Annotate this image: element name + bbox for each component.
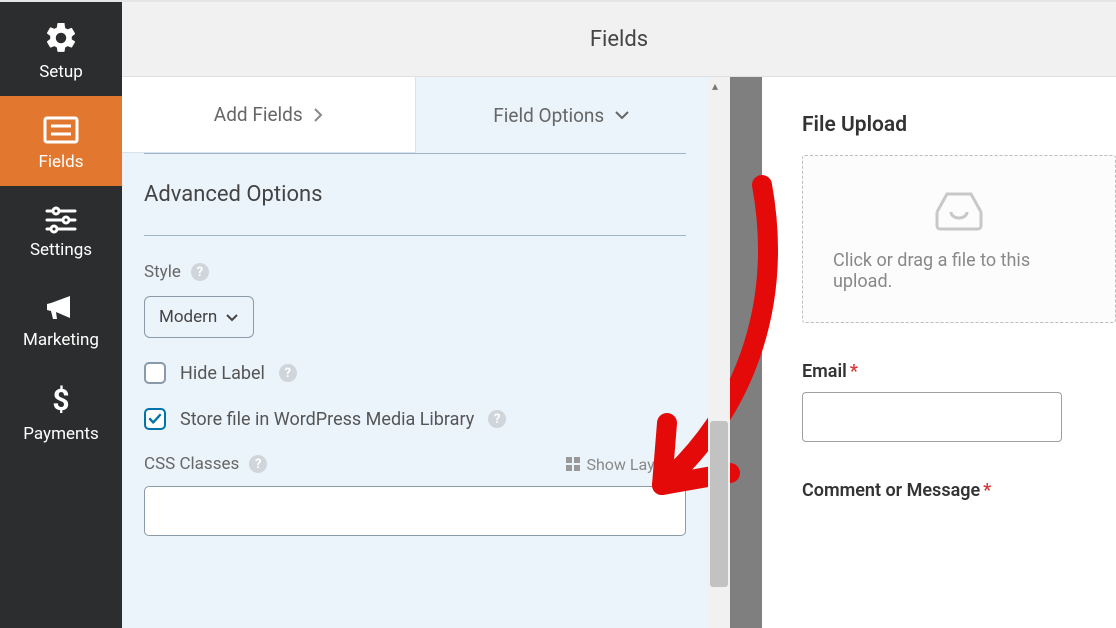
css-label: CSS Classes bbox=[144, 454, 239, 474]
list-icon bbox=[41, 114, 81, 146]
sidebar-item-settings[interactable]: Settings bbox=[0, 186, 122, 274]
file-dropzone[interactable]: Click or drag a file to this upload. bbox=[802, 155, 1116, 323]
dollar-icon: $ bbox=[50, 382, 72, 418]
tab-field-options[interactable]: Field Options bbox=[416, 77, 709, 153]
file-upload-title: File Upload bbox=[802, 113, 1116, 137]
builder-sidebar: Setup Fields Settings Marketing $ Paymen… bbox=[0, 2, 122, 628]
css-classes-input[interactable] bbox=[144, 486, 686, 536]
style-field: Style ? Modern bbox=[144, 262, 686, 338]
show-layouts-label: Show Layouts bbox=[586, 455, 686, 474]
required-asterisk: * bbox=[983, 480, 991, 501]
store-media-checkbox[interactable] bbox=[144, 408, 166, 430]
form-preview: File Upload Click or drag a file to this… bbox=[762, 77, 1116, 628]
help-icon[interactable]: ? bbox=[488, 410, 506, 428]
content-row: Add Fields Field Options Advanced Option… bbox=[122, 77, 1116, 628]
sidebar-item-fields[interactable]: Fields bbox=[0, 96, 122, 186]
sidebar-label: Settings bbox=[30, 240, 92, 260]
sidebar-label: Payments bbox=[23, 424, 98, 444]
panel-scrollbar[interactable] bbox=[708, 77, 730, 628]
hide-label-row: Hide Label ? bbox=[144, 362, 686, 384]
hide-label-text: Hide Label bbox=[180, 363, 265, 384]
sidebar-item-payments[interactable]: $ Payments bbox=[0, 364, 122, 458]
topbar-title: Fields bbox=[590, 27, 648, 52]
chevron-down-icon bbox=[614, 110, 630, 120]
sidebar-label: Setup bbox=[39, 62, 83, 82]
sliders-icon bbox=[44, 204, 78, 234]
panel-tabs: Add Fields Field Options bbox=[122, 77, 708, 153]
help-icon[interactable]: ? bbox=[279, 364, 297, 382]
comment-label: Comment or Message* bbox=[802, 480, 1116, 501]
left-column: Add Fields Field Options Advanced Option… bbox=[122, 77, 762, 628]
inbox-icon bbox=[931, 186, 987, 232]
drop-text: Click or drag a file to this upload. bbox=[833, 250, 1085, 292]
style-value: Modern bbox=[159, 307, 217, 327]
help-icon[interactable]: ? bbox=[249, 455, 267, 473]
tab-label: Add Fields bbox=[214, 103, 303, 126]
panel-body: Advanced Options Style ? Modern bbox=[122, 153, 708, 558]
css-label-row: CSS Classes ? bbox=[144, 454, 267, 474]
required-asterisk: * bbox=[850, 361, 858, 382]
main-area: Fields Add Fields Field Options bbox=[122, 2, 1116, 628]
style-select[interactable]: Modern bbox=[144, 296, 254, 338]
options-panel: Add Fields Field Options Advanced Option… bbox=[122, 77, 708, 628]
sidebar-label: Fields bbox=[38, 152, 83, 172]
chevron-right-icon bbox=[313, 107, 323, 123]
bullhorn-icon bbox=[43, 292, 79, 324]
chevron-down-icon bbox=[225, 313, 239, 322]
scroll-thumb[interactable] bbox=[710, 421, 728, 587]
sidebar-item-setup[interactable]: Setup bbox=[0, 2, 122, 96]
email-label: Email* bbox=[802, 361, 1116, 382]
css-classes-field: CSS Classes ? Show Layouts bbox=[144, 454, 686, 536]
store-media-row: Store file in WordPress Media Library ? bbox=[144, 408, 686, 430]
tab-label: Field Options bbox=[493, 104, 604, 127]
tab-add-fields[interactable]: Add Fields bbox=[122, 77, 416, 153]
advanced-options-heading: Advanced Options bbox=[144, 154, 686, 235]
style-label: Style bbox=[144, 262, 181, 282]
show-layouts-button[interactable]: Show Layouts bbox=[566, 455, 686, 474]
topbar: Fields bbox=[122, 2, 1116, 77]
style-label-row: Style ? bbox=[144, 262, 686, 282]
divider bbox=[144, 235, 686, 236]
hide-label-checkbox[interactable] bbox=[144, 362, 166, 384]
panel-gap bbox=[730, 77, 762, 628]
help-icon[interactable]: ? bbox=[191, 263, 209, 281]
svg-text:$: $ bbox=[52, 383, 69, 418]
grid-icon bbox=[566, 457, 580, 471]
email-input[interactable] bbox=[802, 392, 1062, 442]
gear-icon bbox=[43, 20, 79, 56]
sidebar-item-marketing[interactable]: Marketing bbox=[0, 274, 122, 364]
sidebar-label: Marketing bbox=[23, 330, 99, 350]
app-root: Setup Fields Settings Marketing $ Paymen… bbox=[0, 0, 1116, 628]
store-media-text: Store file in WordPress Media Library bbox=[180, 409, 474, 430]
